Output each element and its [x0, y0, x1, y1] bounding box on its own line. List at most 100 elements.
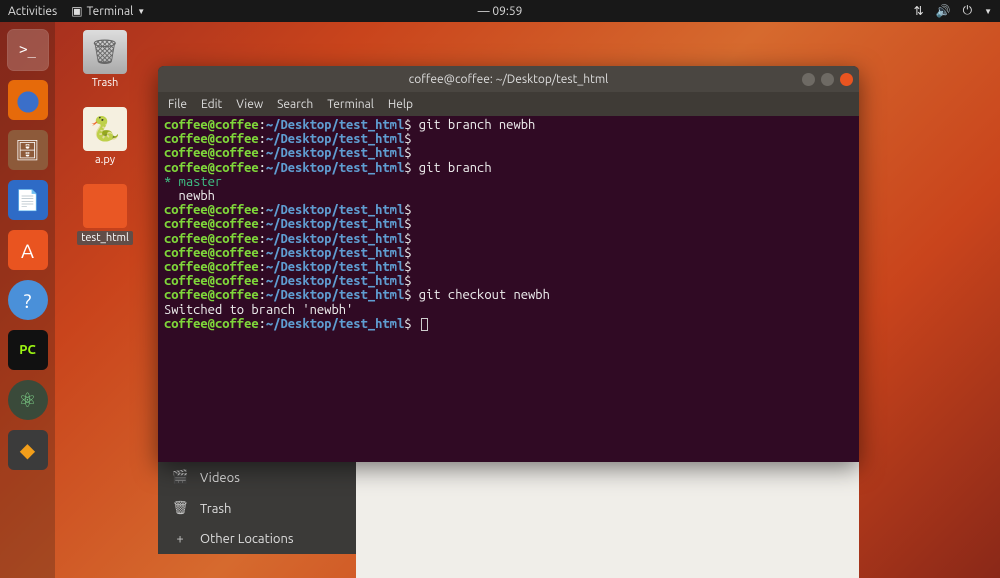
prompt-sym: $	[404, 161, 411, 175]
prompt-user: coffee@coffee	[164, 146, 259, 160]
top-bar: Activities ▣ Terminal ▼ — 09:59 ⇅ 🔊 ⏻ ▼	[0, 0, 1000, 22]
prompt-user: coffee@coffee	[164, 246, 259, 260]
prompt-user: coffee@coffee	[164, 132, 259, 146]
prompt-sym: $	[404, 260, 411, 274]
app-indicator-label: Terminal	[87, 5, 134, 18]
dock: >_ 🗄 📄 A ? PC ⚛ ◆	[0, 22, 55, 578]
files-row-trash[interactable]: 🗑 Trash	[158, 493, 356, 524]
dock-files[interactable]: 🗄	[8, 130, 48, 170]
dock-terminal[interactable]: >_	[8, 30, 48, 70]
terminal-titlebar[interactable]: coffee@coffee: ~/Desktop/test_html	[158, 66, 859, 92]
prompt-sym: $	[404, 274, 411, 288]
window-maximize-button[interactable]	[821, 73, 834, 86]
desktop-trash[interactable]: 🗑 Trash	[75, 30, 135, 89]
menu-search[interactable]: Search	[277, 98, 313, 111]
terminal-menubar: File Edit View Search Terminal Help	[158, 92, 859, 116]
prompt-path: ~/Desktop/test_html	[266, 288, 404, 302]
clock[interactable]: — 09:59	[478, 5, 523, 18]
prompt-sym: $	[404, 317, 411, 331]
prompt-path: ~/Desktop/test_html	[266, 217, 404, 231]
trash-icon: 🗑	[83, 30, 127, 74]
prompt-sep: :	[259, 317, 266, 331]
cmd-git-checkout: git checkout newbh	[412, 288, 550, 302]
chevron-down-icon: ▼	[137, 7, 145, 16]
prompt-sep: :	[259, 161, 266, 175]
dock-firefox[interactable]	[8, 80, 48, 120]
menu-edit[interactable]: Edit	[201, 98, 222, 111]
dock-software[interactable]: A	[8, 230, 48, 270]
prompt-user: coffee@coffee	[164, 161, 259, 175]
cmd-git-branch: git branch	[412, 161, 492, 175]
prompt-sep: :	[259, 217, 266, 231]
dock-help[interactable]: ?	[8, 280, 48, 320]
desktop-file-apy[interactable]: 🐍 a.py	[75, 107, 135, 166]
dock-sublime[interactable]: ◆	[8, 430, 48, 470]
prompt-sym: $	[404, 246, 411, 260]
files-other-label: Other Locations	[200, 532, 294, 546]
folder-icon	[83, 184, 127, 228]
prompt-sep: :	[259, 132, 266, 146]
menu-help[interactable]: Help	[388, 98, 413, 111]
prompt-sep: :	[259, 246, 266, 260]
power-icon[interactable]: ⏻	[963, 4, 973, 18]
files-content-area[interactable]	[356, 462, 859, 578]
desktop-folder-test-html[interactable]: test_html	[75, 184, 135, 245]
video-icon: 🎬	[172, 470, 188, 485]
prompt-sym: $	[404, 146, 411, 160]
prompt-sep: :	[259, 118, 266, 132]
menu-terminal[interactable]: Terminal	[327, 98, 374, 111]
python-file-icon: 🐍	[83, 107, 127, 151]
window-minimize-button[interactable]	[802, 73, 815, 86]
prompt-sym: $	[404, 217, 411, 231]
prompt-sym: $	[404, 232, 411, 246]
terminal-mini-icon: ▣	[71, 4, 82, 18]
files-row-other-locations[interactable]: + Other Locations	[158, 524, 356, 554]
desktop-apy-label: a.py	[95, 154, 115, 166]
files-sidebar: 🎬 Videos 🗑 Trash + Other Locations	[158, 462, 356, 554]
terminal-body[interactable]: coffee@coffee:~/Desktop/test_html$ git b…	[158, 116, 859, 462]
prompt-sep: :	[259, 288, 266, 302]
files-videos-label: Videos	[200, 471, 240, 485]
menu-view[interactable]: View	[236, 98, 263, 111]
prompt-path: ~/Desktop/test_html	[266, 317, 404, 331]
chevron-down-icon: ▼	[984, 7, 992, 16]
prompt-sep: :	[259, 146, 266, 160]
terminal-cursor	[421, 318, 428, 331]
trash-icon: 🗑	[172, 501, 188, 516]
prompt-user: coffee@coffee	[164, 274, 259, 288]
prompt-path: ~/Desktop/test_html	[266, 246, 404, 260]
prompt-sym: $	[404, 118, 411, 132]
desktop-icons: 🗑 Trash 🐍 a.py test_html	[75, 30, 135, 245]
sound-icon[interactable]: 🔊	[936, 4, 951, 18]
window-close-button[interactable]	[840, 73, 853, 86]
terminal-window: coffee@coffee: ~/Desktop/test_html File …	[158, 66, 859, 462]
prompt-sep: :	[259, 203, 266, 217]
network-icon[interactable]: ⇅	[914, 4, 924, 18]
prompt-sym: $	[404, 203, 411, 217]
prompt-user: coffee@coffee	[164, 317, 259, 331]
prompt-path: ~/Desktop/test_html	[266, 232, 404, 246]
prompt-sym: $	[404, 132, 411, 146]
files-trash-label: Trash	[200, 502, 231, 516]
dock-pycharm[interactable]: PC	[8, 330, 48, 370]
prompt-path: ~/Desktop/test_html	[266, 132, 404, 146]
prompt-user: coffee@coffee	[164, 118, 259, 132]
cmd-git-branch-newbh: git branch newbh	[412, 118, 536, 132]
prompt-path: ~/Desktop/test_html	[266, 118, 404, 132]
prompt-user: coffee@coffee	[164, 260, 259, 274]
app-indicator[interactable]: ▣ Terminal ▼	[71, 4, 145, 18]
files-row-videos[interactable]: 🎬 Videos	[158, 462, 356, 493]
dock-atom[interactable]: ⚛	[8, 380, 48, 420]
dock-writer[interactable]: 📄	[8, 180, 48, 220]
prompt-user: coffee@coffee	[164, 203, 259, 217]
menu-file[interactable]: File	[168, 98, 187, 111]
branch-master: master	[171, 175, 222, 189]
prompt-sep: :	[259, 260, 266, 274]
terminal-title-text: coffee@coffee: ~/Desktop/test_html	[409, 73, 609, 86]
prompt-path: ~/Desktop/test_html	[266, 203, 404, 217]
activities-button[interactable]: Activities	[8, 5, 57, 18]
plus-icon: +	[172, 532, 188, 546]
prompt-path: ~/Desktop/test_html	[266, 274, 404, 288]
desktop-trash-label: Trash	[92, 77, 119, 89]
prompt-path: ~/Desktop/test_html	[266, 161, 404, 175]
